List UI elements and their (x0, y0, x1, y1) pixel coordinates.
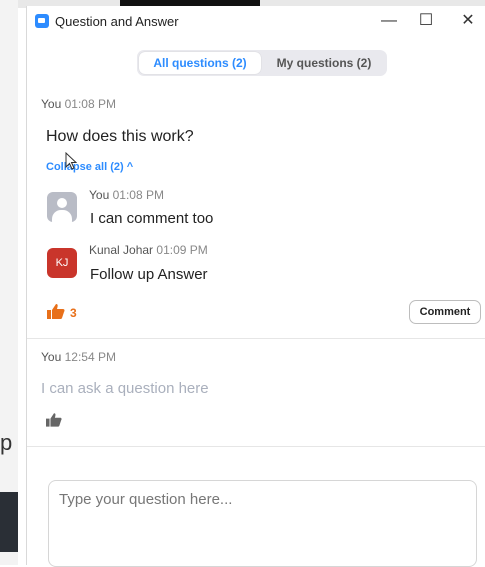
reply-time: 01:08 PM (112, 188, 164, 202)
divider (27, 446, 485, 447)
reply-text: Follow up Answer (90, 266, 208, 283)
mouse-cursor-icon (65, 152, 77, 170)
tab-all-questions[interactable]: All questions (2) (139, 52, 261, 74)
question-time: 01:08 PM (64, 97, 116, 111)
question-text: How does this work? (46, 128, 194, 145)
question-meta: You 01:08 PM (41, 97, 116, 111)
thumbs-up-icon[interactable] (47, 303, 65, 319)
reply-meta: Kunal Johar 01:09 PM (89, 243, 208, 257)
close-button[interactable]: ✕ (452, 10, 484, 32)
zoom-app-icon (35, 14, 49, 28)
question-time: 12:54 PM (64, 350, 116, 364)
avatar-kj: KJ (47, 248, 77, 278)
reply-time: 01:09 PM (156, 243, 208, 257)
background-partial-text: p (0, 430, 13, 455)
background-app-edge (0, 0, 18, 565)
question-author: You (41, 350, 62, 364)
qa-window: Question and Answer — ☐ ✕ All questions … (26, 6, 485, 567)
comment-button[interactable]: Comment (409, 300, 481, 324)
question-filter-tabs: All questions (2) My questions (2) (137, 50, 387, 76)
reply-text: I can comment too (90, 210, 214, 227)
avatar-you (47, 192, 77, 222)
maximize-button[interactable]: ☐ (410, 10, 442, 32)
question-meta: You 12:54 PM (41, 350, 116, 364)
question-input-box[interactable] (48, 480, 477, 567)
question-author: You (41, 97, 62, 111)
collapse-all-link[interactable]: Collapse all (2) ^ (46, 161, 133, 173)
upvote-count: 3 (70, 306, 77, 320)
minimize-button[interactable]: — (373, 10, 405, 32)
question-text-pending: I can ask a question here (41, 380, 209, 397)
window-title: Question and Answer (55, 14, 179, 29)
reply-author: You (89, 188, 110, 202)
question-input[interactable] (57, 489, 466, 559)
title-bar: Question and Answer — ☐ ✕ (27, 6, 485, 38)
reply-meta: You 01:08 PM (89, 188, 164, 202)
divider (27, 338, 485, 339)
reply-author: Kunal Johar (89, 243, 154, 257)
thumbs-up-icon[interactable] (46, 412, 62, 427)
tab-my-questions[interactable]: My questions (2) (263, 52, 385, 74)
background-dark-panel (0, 492, 18, 552)
